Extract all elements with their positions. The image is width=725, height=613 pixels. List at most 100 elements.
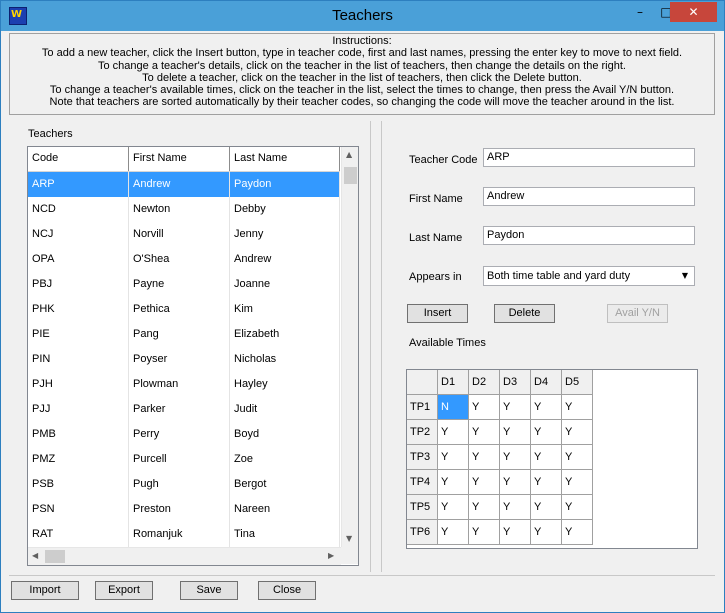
availability-cell[interactable]: Y — [500, 470, 531, 495]
first-name-cell: Purcell — [129, 447, 230, 472]
column-header-code[interactable]: Code — [28, 147, 129, 171]
column-header-last-name[interactable]: Last Name — [230, 147, 340, 171]
availability-cell[interactable]: Y — [562, 470, 593, 495]
availability-cell[interactable]: Y — [531, 495, 562, 520]
availability-cell[interactable]: Y — [469, 420, 500, 445]
scroll-up-icon[interactable]: ▲ — [346, 150, 352, 159]
availability-cell[interactable]: Y — [469, 495, 500, 520]
save-button[interactable]: Save — [180, 581, 238, 600]
table-row[interactable]: PIN Poyser Nicholas — [28, 347, 340, 372]
table-row[interactable]: NCJ Norvill Jenny — [28, 222, 340, 247]
availability-cell[interactable]: Y — [531, 420, 562, 445]
availability-cell[interactable]: Y — [500, 495, 531, 520]
column-header-first-name[interactable]: First Name — [129, 147, 230, 171]
table-row[interactable]: PIE Pang Elizabeth — [28, 322, 340, 347]
table-row[interactable]: RAT Romanjuk Tina — [28, 522, 340, 547]
availability-cell[interactable]: Y — [469, 470, 500, 495]
table-row[interactable]: PSN Preston Nareen — [28, 497, 340, 522]
table-row[interactable]: OPA O'Shea Andrew — [28, 247, 340, 272]
day-header[interactable]: D4 — [531, 370, 562, 395]
close-button[interactable]: Close — [258, 581, 316, 600]
scroll-corner — [341, 547, 358, 564]
horizontal-scroll-thumb[interactable] — [45, 550, 65, 563]
code-cell: RAT — [28, 522, 129, 547]
window-title: Teachers — [332, 7, 393, 24]
period-header[interactable]: TP2 — [407, 420, 438, 445]
availability-cell[interactable]: Y — [531, 520, 562, 545]
last-name-cell: Andrew — [230, 247, 340, 272]
table-row[interactable]: ARP Andrew Paydon — [28, 172, 340, 197]
scroll-right-icon[interactable]: ▶ — [328, 551, 334, 560]
export-button[interactable]: Export — [95, 581, 153, 600]
first-name-cell: Newton — [129, 197, 230, 222]
delete-button[interactable]: Delete — [494, 304, 555, 323]
availability-cell[interactable]: Y — [500, 395, 531, 420]
period-header[interactable]: TP3 — [407, 445, 438, 470]
code-cell: PIE — [28, 322, 129, 347]
last-name-cell: Kim — [230, 297, 340, 322]
day-header[interactable]: D5 — [562, 370, 593, 395]
availability-cell[interactable]: Y — [562, 445, 593, 470]
avail-yn-button[interactable]: Avail Y/N — [607, 304, 668, 323]
availability-cell[interactable]: Y — [438, 470, 469, 495]
availability-cell[interactable]: Y — [438, 520, 469, 545]
day-header[interactable]: D2 — [469, 370, 500, 395]
availability-cell[interactable]: Y — [438, 420, 469, 445]
availability-cell[interactable]: Y — [562, 420, 593, 445]
horizontal-scrollbar[interactable]: ◀ ▶ — [28, 547, 341, 565]
availability-cell[interactable]: Y — [562, 520, 593, 545]
availability-cell[interactable]: Y — [438, 495, 469, 520]
last-name-cell: Boyd — [230, 422, 340, 447]
table-row[interactable]: PMZ Purcell Zoe — [28, 447, 340, 472]
availability-cell[interactable]: Y — [500, 445, 531, 470]
table-row[interactable]: PJH Plowman Hayley — [28, 372, 340, 397]
chevron-down-icon[interactable]: ▼ — [677, 268, 693, 284]
availability-cell[interactable]: N — [438, 395, 469, 420]
availability-cell[interactable]: Y — [438, 445, 469, 470]
period-header[interactable]: TP1 — [407, 395, 438, 420]
table-row[interactable]: PMB Perry Boyd — [28, 422, 340, 447]
availability-cell[interactable]: Y — [469, 445, 500, 470]
last-name-cell: Debby — [230, 197, 340, 222]
period-header[interactable]: TP6 — [407, 520, 438, 545]
availability-cell[interactable]: Y — [500, 420, 531, 445]
availability-cell[interactable]: Y — [562, 495, 593, 520]
day-header[interactable]: D1 — [438, 370, 469, 395]
last-name-cell: Nareen — [230, 497, 340, 522]
import-button[interactable]: Import — [11, 581, 79, 600]
first-name-cell: Payne — [129, 272, 230, 297]
availability-cell[interactable]: Y — [469, 395, 500, 420]
availability-cell[interactable]: Y — [531, 395, 562, 420]
scroll-down-icon[interactable]: ▼ — [346, 534, 352, 543]
availability-cell[interactable]: Y — [500, 520, 531, 545]
table-row[interactable]: PSB Pugh Bergot — [28, 472, 340, 497]
vertical-scroll-thumb[interactable] — [344, 167, 357, 184]
scroll-left-icon[interactable]: ◀ — [32, 551, 38, 560]
period-header[interactable]: TP5 — [407, 495, 438, 520]
day-header[interactable]: D3 — [500, 370, 531, 395]
period-header[interactable]: TP4 — [407, 470, 438, 495]
table-row[interactable]: PJJ Parker Judit — [28, 397, 340, 422]
insert-button[interactable]: Insert — [407, 304, 468, 323]
last-name-field[interactable]: Paydon — [483, 226, 695, 245]
teachers-list[interactable]: Code First Name Last Name ARP Andrew Paydo… — [27, 146, 359, 566]
table-row[interactable]: NCD Newton Debby — [28, 197, 340, 222]
table-row[interactable]: PHK Pethica Kim — [28, 297, 340, 322]
close-window-icon[interactable]: ✕ — [670, 2, 717, 22]
first-name-cell: Perry — [129, 422, 230, 447]
appears-in-select[interactable]: Both time table and yard duty ▼ — [483, 266, 695, 286]
instruction-line: Note that teachers are sorted automatica… — [49, 96, 675, 109]
availability-cell[interactable]: Y — [531, 445, 562, 470]
availability-cell[interactable]: Y — [469, 520, 500, 545]
available-times-grid[interactable]: D1 D2 D3 D4 D5 TP1 N Y Y Y Y TP2 Y Y Y Y Y TP3 Y Y Y Y Y TP4 Y Y Y… — [406, 369, 698, 549]
availability-cell[interactable]: Y — [531, 470, 562, 495]
code-cell: PMZ — [28, 447, 129, 472]
table-row[interactable]: PBJ Payne Joanne — [28, 272, 340, 297]
minimize-icon[interactable]: – — [627, 2, 653, 22]
vertical-scrollbar[interactable]: ▲ ▼ — [341, 147, 358, 547]
first-name-field[interactable]: Andrew — [483, 187, 695, 206]
availability-cell[interactable]: Y — [562, 395, 593, 420]
title-bar[interactable]: W Teachers – □ ✕ — [1, 1, 724, 31]
instruction-line: To delete a teacher, click on the teache… — [142, 71, 582, 84]
teacher-code-field[interactable]: ARP — [483, 148, 695, 167]
